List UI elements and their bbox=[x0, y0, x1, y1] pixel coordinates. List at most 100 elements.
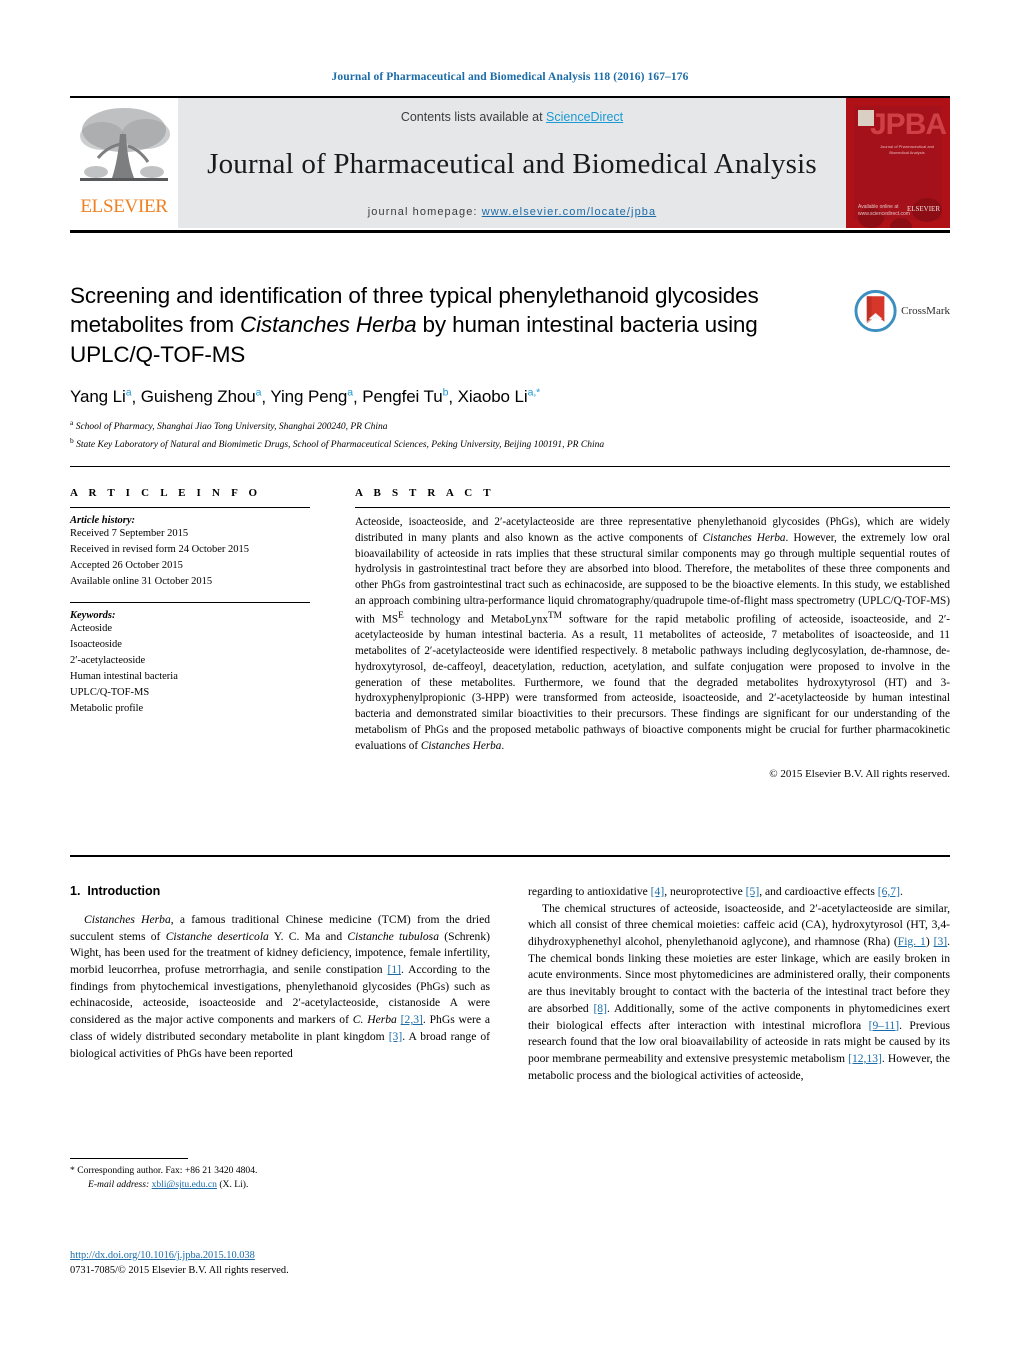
introduction-right-column: regarding to antioxidative [4], neuropro… bbox=[528, 884, 950, 1084]
citation-ref-3[interactable]: [3] bbox=[389, 1030, 403, 1043]
journal-article-page: Journal of Pharmaceutical and Biomedical… bbox=[0, 0, 1020, 1351]
article-history-label: Article history: bbox=[70, 515, 136, 526]
figure-ref-1[interactable]: Fig. 1 bbox=[898, 935, 926, 948]
keyword-5: Metabolic profile bbox=[70, 702, 144, 714]
journal-title: Journal of Pharmaceutical and Biomedical… bbox=[207, 147, 817, 180]
cover-publisher: ELSEVIER bbox=[906, 204, 940, 213]
intro-l-italic-4: C. Herba bbox=[352, 1013, 397, 1027]
author-2: Ying Penga bbox=[270, 386, 354, 407]
article-info-heading: A R T I C L E I N F O bbox=[70, 487, 262, 499]
keyword-3: Human intestinal bacteria bbox=[70, 670, 178, 682]
keyword-0: Acteoside bbox=[70, 622, 112, 634]
introduction-number: 1. bbox=[70, 884, 81, 898]
introduction-left-column: 1. Introduction Cistanches Herba, a famo… bbox=[70, 884, 490, 1062]
introduction-paragraph-1: Cistanches Herba, a famous traditional C… bbox=[70, 912, 490, 1062]
author-2-affil-marker: a bbox=[347, 386, 354, 399]
author-1: Guisheng Zhoua bbox=[140, 387, 262, 407]
cover-subtitle: Journal of Pharmaceutical and Biomedical… bbox=[879, 144, 935, 155]
elsevier-logo: ELSEVIER bbox=[70, 98, 178, 228]
masthead-center: Contents lists available at ScienceDirec… bbox=[178, 98, 846, 228]
keyword-4: UPLC/Q-TOF-MS bbox=[70, 686, 150, 698]
crossmark-icon bbox=[854, 289, 897, 333]
affiliation-a: a School of Pharmacy, Shanghai Jiao Tong… bbox=[70, 417, 950, 435]
keywords-label: Keywords: bbox=[70, 609, 116, 621]
abstract-seg-5: . bbox=[501, 739, 505, 752]
email-label: E-mail address: bbox=[88, 1179, 150, 1191]
citation-ref-5[interactable]: [5] bbox=[746, 885, 760, 898]
footnote-rule bbox=[70, 1158, 188, 1159]
page-title: Screening and identification of three ty… bbox=[70, 281, 830, 369]
intro-l-seg-c: Y. C. Ma and bbox=[268, 929, 348, 943]
author-4-affil-marker: a,* bbox=[527, 386, 541, 399]
intro-r-seg-c: , and cardioactive effects bbox=[759, 885, 878, 898]
article-history-accepted: Accepted 26 October 2015 bbox=[70, 559, 183, 571]
keyword-1: Isoacteoside bbox=[70, 638, 122, 650]
keyword-2: 2′-acetylacteoside bbox=[70, 654, 146, 666]
article-history-received: Received 7 September 2015 bbox=[70, 528, 189, 539]
footnote-email: E-mail address: xbli@sjtu.edu.cn (X. Li)… bbox=[70, 1178, 490, 1192]
citation-ref-3b[interactable]: [3] bbox=[934, 935, 948, 948]
intro-r-seg-a: regarding to antioxidative bbox=[528, 885, 651, 898]
affiliation-a-marker: a bbox=[70, 418, 74, 428]
footnote-corresponding: * Corresponding author. Fax: +86 21 3420… bbox=[70, 1164, 490, 1178]
citation-ref-1[interactable]: [1] bbox=[387, 963, 401, 976]
running-head: Journal of Pharmaceutical and Biomedical… bbox=[331, 71, 689, 83]
author-0-name: Yang Li bbox=[70, 387, 126, 407]
cover-acronym: JPBA bbox=[870, 108, 947, 141]
article-history-online: Available online 31 October 2015 bbox=[70, 575, 213, 587]
intro-l-italic-1: Cistanches Herba bbox=[84, 913, 171, 926]
intro-l-italic-3: Cistanche tubulosa bbox=[347, 929, 439, 943]
citation-ref-2-3[interactable]: [2,3] bbox=[401, 1013, 423, 1026]
info-band-top-rule bbox=[70, 466, 950, 467]
author-1-name: Guisheng Zhou bbox=[140, 387, 256, 407]
author-0: Yang Lia bbox=[70, 386, 132, 407]
intro-r-seg-b: , neuroprotective bbox=[664, 885, 746, 898]
author-2-name: Ying Peng bbox=[270, 387, 348, 407]
crossmark-badge[interactable]: CrossMark bbox=[854, 283, 950, 339]
abstract-heading: A B S T R A C T bbox=[355, 487, 495, 499]
homepage-prefix: journal homepage: bbox=[367, 206, 482, 218]
elsevier-tree-icon bbox=[80, 108, 170, 181]
abstract-seg-4: software for the rapid metabolic profili… bbox=[355, 613, 950, 752]
journal-homepage-link[interactable]: www.elsevier.com/locate/jpba bbox=[482, 206, 656, 218]
affiliation-a-text: School of Pharmacy, Shanghai Jiao Tong U… bbox=[75, 422, 388, 433]
citation-ref-6-7[interactable]: [6,7] bbox=[878, 885, 900, 898]
introduction-paragraph-2: The chemical structures of acteoside, is… bbox=[528, 901, 950, 1085]
article-info-rule-1 bbox=[70, 507, 310, 508]
abstract-seg-2: . However, the extremely low oral bioava… bbox=[355, 531, 950, 626]
elsevier-wordmark: ELSEVIER bbox=[80, 196, 168, 217]
introduction-heading: 1. Introduction bbox=[70, 884, 490, 898]
footnote-corresponding-text: Corresponding author. Fax: +86 21 3420 4… bbox=[74, 1165, 258, 1176]
author-4-name: Xiaobo Li bbox=[457, 387, 528, 407]
abstract-rule bbox=[355, 507, 950, 508]
author-3: Pengfei Tub bbox=[362, 386, 449, 407]
affiliation-b: b State Key Laboratory of Natural and Bi… bbox=[70, 435, 950, 453]
author-4: Xiaobo Lia,* bbox=[457, 386, 541, 407]
abstract-italic-1: Cistanches Herba bbox=[702, 531, 786, 544]
citation-ref-9-11[interactable]: [9–11] bbox=[869, 1019, 899, 1032]
introduction-title: Introduction bbox=[87, 884, 161, 898]
article-header: Screening and identification of three ty… bbox=[70, 281, 950, 453]
corresponding-author-footnote: * Corresponding author. Fax: +86 21 3420… bbox=[70, 1158, 490, 1193]
title-species-name: Cistanches Herba bbox=[240, 312, 417, 338]
email-link[interactable]: xbli@sjtu.edu.cn bbox=[152, 1179, 217, 1190]
author-3-affil-marker: b bbox=[442, 386, 449, 399]
citation-ref-4[interactable]: [4] bbox=[651, 885, 665, 898]
affiliations: a School of Pharmacy, Shanghai Jiao Tong… bbox=[70, 417, 950, 453]
doi-link[interactable]: http://dx.doi.org/10.1016/j.jpba.2015.10… bbox=[70, 1250, 255, 1261]
citation-ref-8[interactable]: [8] bbox=[593, 1002, 607, 1015]
article-history-revised: Received in revised form 24 October 2015 bbox=[70, 543, 250, 555]
contents-lists-line: Contents lists available at ScienceDirec… bbox=[178, 110, 846, 124]
affiliation-b-text: State Key Laboratory of Natural and Biom… bbox=[76, 440, 605, 451]
intro-l-italic-2: Cistanche deserticola bbox=[165, 929, 269, 943]
masthead-bottom-rule bbox=[70, 230, 950, 233]
intro-r2-seg-a: The chemical structures of acteoside, is… bbox=[528, 901, 950, 949]
contents-prefix: Contents lists available at bbox=[400, 110, 547, 124]
intro-r-seg-d: . bbox=[899, 885, 903, 898]
sciencedirect-link[interactable]: ScienceDirect bbox=[546, 110, 623, 124]
info-band-bottom-rule bbox=[70, 855, 950, 857]
abstract-sup-tm: TM bbox=[547, 610, 562, 621]
abstract-copyright: © 2015 Elsevier B.V. All rights reserved… bbox=[769, 768, 950, 781]
citation-ref-12-13[interactable]: [12,13] bbox=[848, 1052, 882, 1065]
author-0-affil-marker: a bbox=[125, 386, 132, 399]
